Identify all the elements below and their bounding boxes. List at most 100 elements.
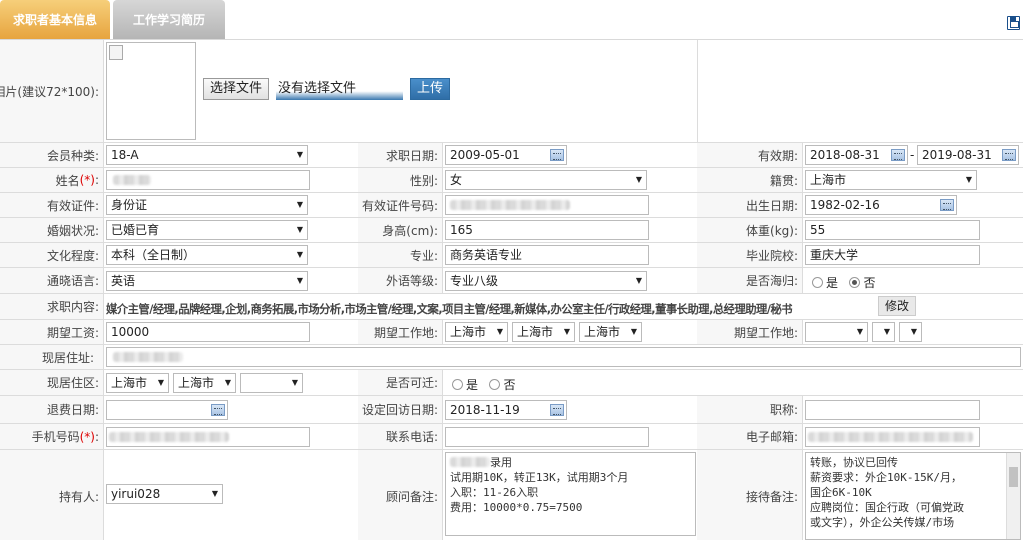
gender-select[interactable]: 女 xyxy=(445,170,647,190)
language-label: 通晓语言: xyxy=(0,268,104,293)
mobile-label-colon: : xyxy=(94,429,99,444)
email-input[interactable] xyxy=(805,427,980,447)
mobile-label: 手机号码 (*): xyxy=(0,424,104,449)
row-education: 文化程度: 本科（全日制） 专业: 商务英语专业 毕业院校: 重庆大学 xyxy=(0,243,1023,268)
school-input[interactable]: 重庆大学 xyxy=(805,245,980,265)
expected2-province-select[interactable] xyxy=(805,322,868,342)
reception-note-scrollbar[interactable] xyxy=(1006,453,1020,539)
education-label: 文化程度: xyxy=(0,243,104,267)
overseas-no-radio[interactable] xyxy=(849,277,861,288)
relocate-no-label: 否 xyxy=(503,378,516,392)
row-expected-salary: 期望工资: 10000 期望工作地: 上海市 上海市 上海市 期望工作地: xyxy=(0,320,1023,345)
relocate-no-radio[interactable] xyxy=(489,379,501,390)
row-member-type: 会员种类: 18-A 求职日期: 2009-05-01 有效期: 2018-08… xyxy=(0,143,1023,168)
marital-select[interactable]: 已婚已育 xyxy=(106,220,308,240)
native-place-select[interactable]: 上海市 xyxy=(805,170,977,190)
mobile-label-text: 手机号码 xyxy=(31,430,80,444)
owner-label: 持有人: xyxy=(0,450,104,540)
calendar-icon[interactable] xyxy=(550,149,564,161)
weight-input[interactable]: 55 xyxy=(805,220,980,240)
validity-end-value: 2019-08-31 xyxy=(922,148,992,162)
apply-date-value: 2009-05-01 xyxy=(450,148,520,162)
education-select[interactable]: 本科（全日制） xyxy=(106,245,308,265)
owner-select[interactable]: yirui028 xyxy=(106,484,223,504)
job-content-label: 求职内容: xyxy=(0,294,104,319)
choose-file-button[interactable]: 选择文件 xyxy=(203,78,270,100)
current-province-select[interactable]: 上海市 xyxy=(106,373,169,393)
foreign-level-select[interactable]: 专业八级 xyxy=(445,271,647,291)
member-type-select[interactable]: 18-A xyxy=(106,145,308,165)
name-input[interactable] xyxy=(106,170,310,190)
refund-date-input[interactable] xyxy=(106,400,228,420)
overseas-radio-group: 是 否 xyxy=(812,274,875,291)
required-mark: (*) xyxy=(79,429,95,444)
redacted-address xyxy=(113,352,183,362)
overseas-no-label: 否 xyxy=(863,276,876,290)
tab-basic-info[interactable]: 求职者基本信息 xyxy=(0,0,110,39)
current-city-select[interactable]: 上海市 xyxy=(173,373,236,393)
row-current-address: 现居住址: xyxy=(0,345,1023,370)
validity-end-input[interactable]: 2019-08-31 xyxy=(917,145,1019,165)
phone-label: 联系电话: xyxy=(358,424,443,449)
file-status: 没有选择文件 xyxy=(276,78,403,100)
job-title-label: 职称: xyxy=(697,396,803,423)
phone-input[interactable] xyxy=(445,427,649,447)
relocate-yes-label: 是 xyxy=(466,378,479,392)
expected-province-select[interactable]: 上海市 xyxy=(445,322,508,342)
height-label: 身高(cm): xyxy=(358,218,443,242)
expected2-city-select[interactable] xyxy=(872,322,895,342)
expected-district-select[interactable]: 上海市 xyxy=(579,322,642,342)
birth-date-input[interactable]: 1982-02-16 xyxy=(805,195,957,215)
calendar-icon[interactable] xyxy=(940,199,954,211)
height-input[interactable]: 165 xyxy=(445,220,649,240)
calendar-icon[interactable] xyxy=(891,149,905,161)
reception-note-line: 或文字），外企公关传媒/市场 xyxy=(810,516,955,529)
major-input[interactable]: 商务英语专业 xyxy=(445,245,649,265)
current-district-label: 现居住区: xyxy=(0,370,104,395)
tab-bar: 求职者基本信息 工作学习简历 xyxy=(0,0,1023,40)
row-id: 有效证件: 身份证 有效证件号码: 出生日期: 1982-02-16 xyxy=(0,193,1023,218)
consultant-note-textarea[interactable]: 录用 试用期10K，转正13K，试用期3个月 入职：11-26入职 费用：100… xyxy=(445,452,696,536)
job-content-value: 媒介主管/经理,品牌经理,企划,商务拓展,市场分析,市场主管/经理,文案,项目主… xyxy=(106,303,793,316)
tab-work-study-resume[interactable]: 工作学习简历 xyxy=(113,0,225,39)
row-current-district: 现居住区: 上海市 上海市 是否可迁: 是 否 xyxy=(0,370,1023,396)
save-icon[interactable] xyxy=(1007,16,1020,30)
consultant-note-line: 试用期10K，转正13K，试用期3个月 xyxy=(450,471,629,484)
calendar-icon[interactable] xyxy=(1002,149,1016,161)
row-name: 姓名(*): 性别: 女 籍贯: 上海市 xyxy=(0,168,1023,193)
validity-start-input[interactable]: 2018-08-31 xyxy=(805,145,908,165)
gender-label: 性别: xyxy=(358,168,443,192)
calendar-icon[interactable] xyxy=(211,404,225,416)
row-refund-date: 退费日期: 设定回访日期: 2018-11-19 职称: xyxy=(0,396,1023,424)
edit-job-content-button[interactable]: 修改 xyxy=(878,296,917,316)
language-select[interactable]: 英语 xyxy=(106,271,308,291)
consultant-note-line: 录用 xyxy=(490,456,512,469)
photo-row: 相片(建议72*100): 选择文件 没有选择文件 上传 xyxy=(0,40,1023,143)
expected-salary-input[interactable]: 10000 xyxy=(106,322,310,342)
followup-date-input[interactable]: 2018-11-19 xyxy=(445,400,567,420)
relocate-yes-radio[interactable] xyxy=(452,379,463,390)
reception-note-textarea[interactable]: 转账，协议已回传 薪资要求：外企10K-15K/月， 国企6K-10K 应聘岗位… xyxy=(805,452,1021,540)
expected2-district-select[interactable] xyxy=(899,322,922,342)
email-label: 电子邮箱: xyxy=(697,424,803,449)
birth-date-label: 出生日期: xyxy=(697,193,803,217)
current-address-input[interactable] xyxy=(106,347,1021,367)
id-type-select[interactable]: 身份证 xyxy=(106,195,308,215)
relocate-label: 是否可迁: xyxy=(358,370,443,395)
reception-note-line: 薪资要求：外企10K-15K/月， xyxy=(810,471,962,484)
job-title-input[interactable] xyxy=(805,400,980,420)
overseas-yes-radio[interactable] xyxy=(812,277,823,288)
overseas-label: 是否海归: xyxy=(697,268,803,293)
id-number-input[interactable] xyxy=(445,195,649,215)
upload-button[interactable]: 上传 xyxy=(410,78,451,100)
broken-image-icon xyxy=(109,45,123,60)
birth-date-value: 1982-02-16 xyxy=(810,198,880,212)
expected-city-select[interactable]: 上海市 xyxy=(512,322,575,342)
apply-date-input[interactable]: 2009-05-01 xyxy=(445,145,567,165)
reception-note-line: 应聘岗位：国企行政（可偏党政 xyxy=(810,501,964,514)
calendar-icon[interactable] xyxy=(550,404,564,416)
row-notes: 持有人: yirui028 顾问备注: 录用 试用期10K，转正13K，试用期3… xyxy=(0,450,1023,540)
current-district-select[interactable] xyxy=(240,373,303,393)
redacted-email xyxy=(808,432,973,442)
mobile-input[interactable] xyxy=(106,427,310,447)
